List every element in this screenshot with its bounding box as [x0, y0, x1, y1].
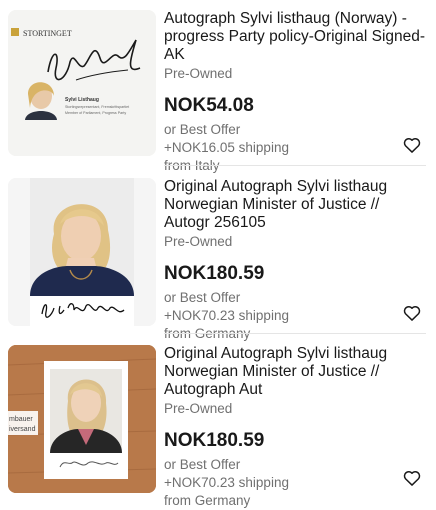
listing-condition: Pre-Owned: [164, 401, 233, 416]
autograph-card-photo: STORTINGET Sylvi Listhaug Stortingsrepre…: [8, 10, 156, 156]
divider: [164, 165, 426, 166]
listing-info: Original Autograph Sylvi listhaug Norweg…: [164, 345, 428, 510]
listing-offer: or Best Offer: [164, 122, 241, 137]
listing-shipping: +NOK16.05 shipping: [164, 140, 289, 155]
listing-item[interactable]: mbauer iversand Original Autograph Sylvi…: [0, 337, 436, 508]
card-caption-name: Sylvi Listhaug: [65, 97, 99, 103]
card-caption-line1: Stortingsrepresentant, Fremskrittspartie…: [65, 105, 129, 109]
shop-sign-line1: mbauer: [9, 416, 33, 423]
listing-item[interactable]: STORTINGET Sylvi Listhaug Stortingsrepre…: [0, 0, 436, 173]
divider: [164, 333, 426, 334]
listing-title[interactable]: Original Autograph Sylvi listhaug Norweg…: [164, 178, 428, 232]
listing-info: Autograph Sylvi listhaug (Norway) - prog…: [164, 10, 428, 175]
listing-info: Original Autograph Sylvi listhaug Norweg…: [164, 178, 428, 343]
search-results-list: STORTINGET Sylvi Listhaug Stortingsrepre…: [0, 0, 436, 508]
autograph-photo: [8, 178, 156, 326]
card-header-text: STORTINGET: [23, 29, 72, 38]
listing-item[interactable]: Original Autograph Sylvi listhaug Norweg…: [0, 170, 436, 341]
listing-offer: or Best Offer: [164, 290, 241, 305]
listing-image[interactable]: STORTINGET Sylvi Listhaug Stortingsrepre…: [8, 10, 156, 156]
listing-condition: Pre-Owned: [164, 66, 233, 81]
shop-sign-line2: iversand: [9, 426, 36, 433]
listing-location: from Germany: [164, 493, 251, 508]
heart-outline-icon[interactable]: [402, 135, 422, 155]
listing-shipping: +NOK70.23 shipping: [164, 308, 289, 323]
heart-outline-icon[interactable]: [402, 303, 422, 323]
autograph-photo-on-table: mbauer iversand: [8, 345, 156, 493]
listing-title[interactable]: Autograph Sylvi listhaug (Norway) - prog…: [164, 10, 428, 64]
listing-shipping: +NOK70.23 shipping: [164, 475, 289, 490]
listing-image[interactable]: [8, 178, 156, 326]
listing-image[interactable]: mbauer iversand: [8, 345, 156, 493]
listing-price: NOK180.59: [164, 430, 265, 451]
listing-price: NOK54.08: [164, 95, 254, 116]
heart-outline-icon[interactable]: [402, 468, 422, 488]
listing-title[interactable]: Original Autograph Sylvi listhaug Norweg…: [164, 345, 428, 399]
listing-offer: or Best Offer: [164, 457, 241, 472]
card-caption-line2: Member of Parliament, Progress Party: [65, 111, 126, 115]
listing-condition: Pre-Owned: [164, 234, 233, 249]
listing-price: NOK180.59: [164, 263, 265, 284]
